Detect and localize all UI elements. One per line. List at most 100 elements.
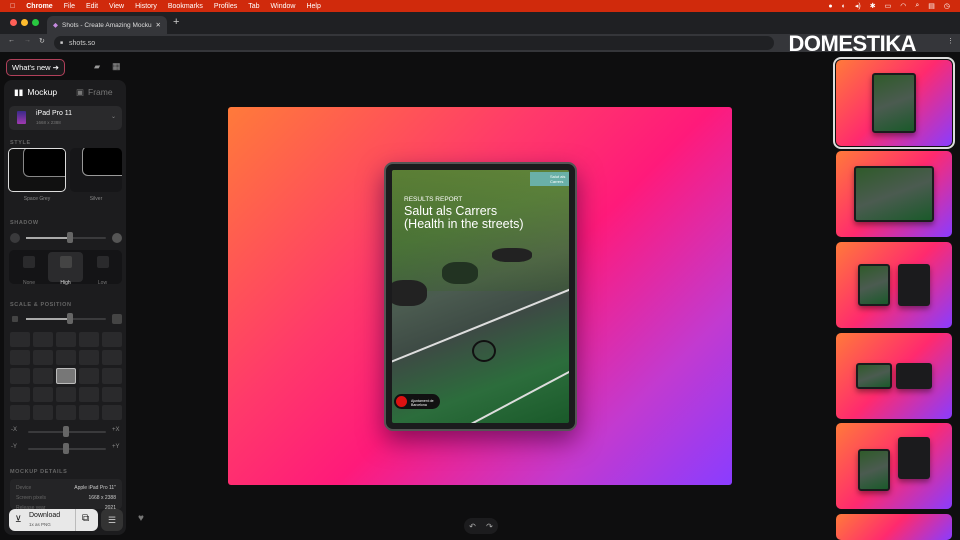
menu-bookmarks[interactable]: Bookmarks xyxy=(168,3,203,10)
shadow-high-option[interactable]: High xyxy=(48,252,83,286)
menu-edit[interactable]: Edit xyxy=(86,3,98,10)
browser-tab[interactable]: ◆ Shots - Create Amazing Mockups ✕ xyxy=(47,16,167,34)
settings-toggle-icon[interactable]: ☰ xyxy=(101,509,123,531)
layout-thumbnail[interactable] xyxy=(836,242,952,328)
cover-title: Salut als Carrers (Health in the streets… xyxy=(404,204,524,231)
feedback-icon[interactable]: ▰ xyxy=(94,62,100,71)
device-select[interactable]: iPad Pro 11 1668 x 2388 ⌄ xyxy=(9,106,122,130)
menu-window[interactable]: Window xyxy=(271,3,296,10)
menu-profiles[interactable]: Profiles xyxy=(214,3,237,10)
layout-thumbnail[interactable] xyxy=(836,514,952,540)
url-field[interactable]: ■ shots.so xyxy=(54,36,774,50)
apple-icon[interactable]:  xyxy=(10,3,15,10)
position-cell[interactable] xyxy=(56,387,76,403)
detail-value: Apple iPad Pro 11" xyxy=(74,485,116,491)
redo-icon[interactable]: ↷ xyxy=(486,522,493,531)
position-cell[interactable] xyxy=(56,405,76,420)
position-cell[interactable] xyxy=(10,349,30,365)
download-button[interactable]: ⊻ Download 1x as PNG ⧉ xyxy=(9,509,98,531)
menu-tab[interactable]: Tab xyxy=(248,3,259,10)
maximize-window-button[interactable] xyxy=(32,19,39,26)
wifi-icon[interactable]: ◠ xyxy=(900,2,906,10)
layout-thumbnail[interactable] xyxy=(836,423,952,509)
undo-icon[interactable]: ↶ xyxy=(469,522,476,531)
volume-icon[interactable]: ◂) xyxy=(855,2,861,10)
shadow-slider-handle[interactable] xyxy=(67,232,73,243)
close-window-button[interactable] xyxy=(10,19,17,26)
position-cell[interactable] xyxy=(33,405,53,420)
shadow-none-option[interactable]: None xyxy=(11,252,47,286)
menu-app[interactable]: Chrome xyxy=(26,3,52,10)
copy-icon[interactable]: ⧉ xyxy=(82,513,89,524)
url-text: shots.so xyxy=(69,39,96,47)
control-center-icon[interactable]: ▤ xyxy=(928,2,935,10)
search-icon[interactable]: ⌕ xyxy=(915,2,919,10)
heart-icon[interactable]: ♥ xyxy=(138,513,144,524)
back-icon[interactable]: ← xyxy=(8,37,15,44)
layout-thumbnail[interactable] xyxy=(836,333,952,419)
position-grid[interactable] xyxy=(10,332,122,420)
shadow-high-label: High xyxy=(60,280,71,286)
position-cell[interactable] xyxy=(10,405,30,420)
minimize-window-button[interactable] xyxy=(21,19,28,26)
position-cell[interactable] xyxy=(79,367,99,385)
style-silver[interactable] xyxy=(70,148,122,192)
position-cell[interactable] xyxy=(79,387,99,403)
layout-thumbnail[interactable] xyxy=(836,151,952,237)
history-controls: ↶ ↷ xyxy=(464,518,498,534)
grid-icon[interactable]: ▦ xyxy=(112,61,121,72)
bluetooth-icon[interactable]: ✱ xyxy=(870,2,876,10)
mockup-canvas[interactable]: Salut als Carrers RESULTS REPORT Salut a… xyxy=(228,107,732,485)
position-cell[interactable] xyxy=(33,367,53,385)
clock-icon[interactable]: ◷ xyxy=(944,2,950,10)
new-tab-button[interactable]: + xyxy=(173,16,179,28)
position-cell[interactable] xyxy=(56,332,76,347)
shadow-slider[interactable] xyxy=(26,237,106,239)
whats-new-button[interactable]: What's new ➔ xyxy=(6,59,65,76)
reload-icon[interactable]: ↻ xyxy=(39,37,45,45)
frame-icon: ▣ xyxy=(76,87,85,97)
ipad-mockup: Salut als Carrers RESULTS REPORT Salut a… xyxy=(384,162,577,431)
position-cell[interactable] xyxy=(10,332,30,347)
position-cell[interactable] xyxy=(102,349,122,365)
forward-icon[interactable]: → xyxy=(24,37,31,44)
position-cell[interactable] xyxy=(79,332,99,347)
layout-thumbnail[interactable] xyxy=(833,57,955,149)
shadow-low-option[interactable]: Low xyxy=(85,252,120,286)
position-cell[interactable] xyxy=(79,349,99,365)
x-position-handle[interactable] xyxy=(63,426,69,437)
device-resolution: 1668 x 2388 xyxy=(36,120,61,125)
position-cell[interactable] xyxy=(33,332,53,347)
position-cell[interactable] xyxy=(102,405,122,420)
scale-slider[interactable] xyxy=(26,318,106,320)
menu-view[interactable]: View xyxy=(109,3,124,10)
y-position-handle[interactable] xyxy=(63,443,69,454)
menu-file[interactable]: File xyxy=(64,3,75,10)
position-cell[interactable] xyxy=(33,349,53,365)
download-icon: ⊻ xyxy=(15,514,22,524)
menu-history[interactable]: History xyxy=(135,3,157,10)
position-cell[interactable] xyxy=(33,387,53,403)
close-tab-icon[interactable]: ✕ xyxy=(156,21,161,29)
position-cell[interactable] xyxy=(102,367,122,385)
shadow-slider-fill xyxy=(26,237,70,239)
position-cell[interactable] xyxy=(10,367,30,385)
menu-help[interactable]: Help xyxy=(306,3,320,10)
position-cell[interactable] xyxy=(79,405,99,420)
position-cell[interactable] xyxy=(56,349,76,365)
position-cell[interactable] xyxy=(10,387,30,403)
cover-footer-text: Ajuntament de Barcelona xyxy=(411,399,434,407)
battery-icon[interactable]: ▭ xyxy=(885,2,892,10)
scale-heading: SCALE & POSITION xyxy=(10,302,72,308)
position-cell[interactable] xyxy=(56,367,76,385)
tab-mockup[interactable]: ▮▮ Mockup xyxy=(14,87,57,98)
status-icon[interactable]: ● xyxy=(828,3,832,10)
style-label-space-grey: Space Grey xyxy=(23,196,51,202)
position-cell[interactable] xyxy=(102,387,122,403)
more-menu-icon[interactable]: ⋮ xyxy=(947,37,954,45)
style-space-grey[interactable] xyxy=(8,148,66,192)
status-icon[interactable]: ◐ xyxy=(842,3,846,10)
tab-frame[interactable]: ▣ Frame xyxy=(76,87,113,98)
scale-slider-handle[interactable] xyxy=(67,313,73,324)
position-cell[interactable] xyxy=(102,332,122,347)
